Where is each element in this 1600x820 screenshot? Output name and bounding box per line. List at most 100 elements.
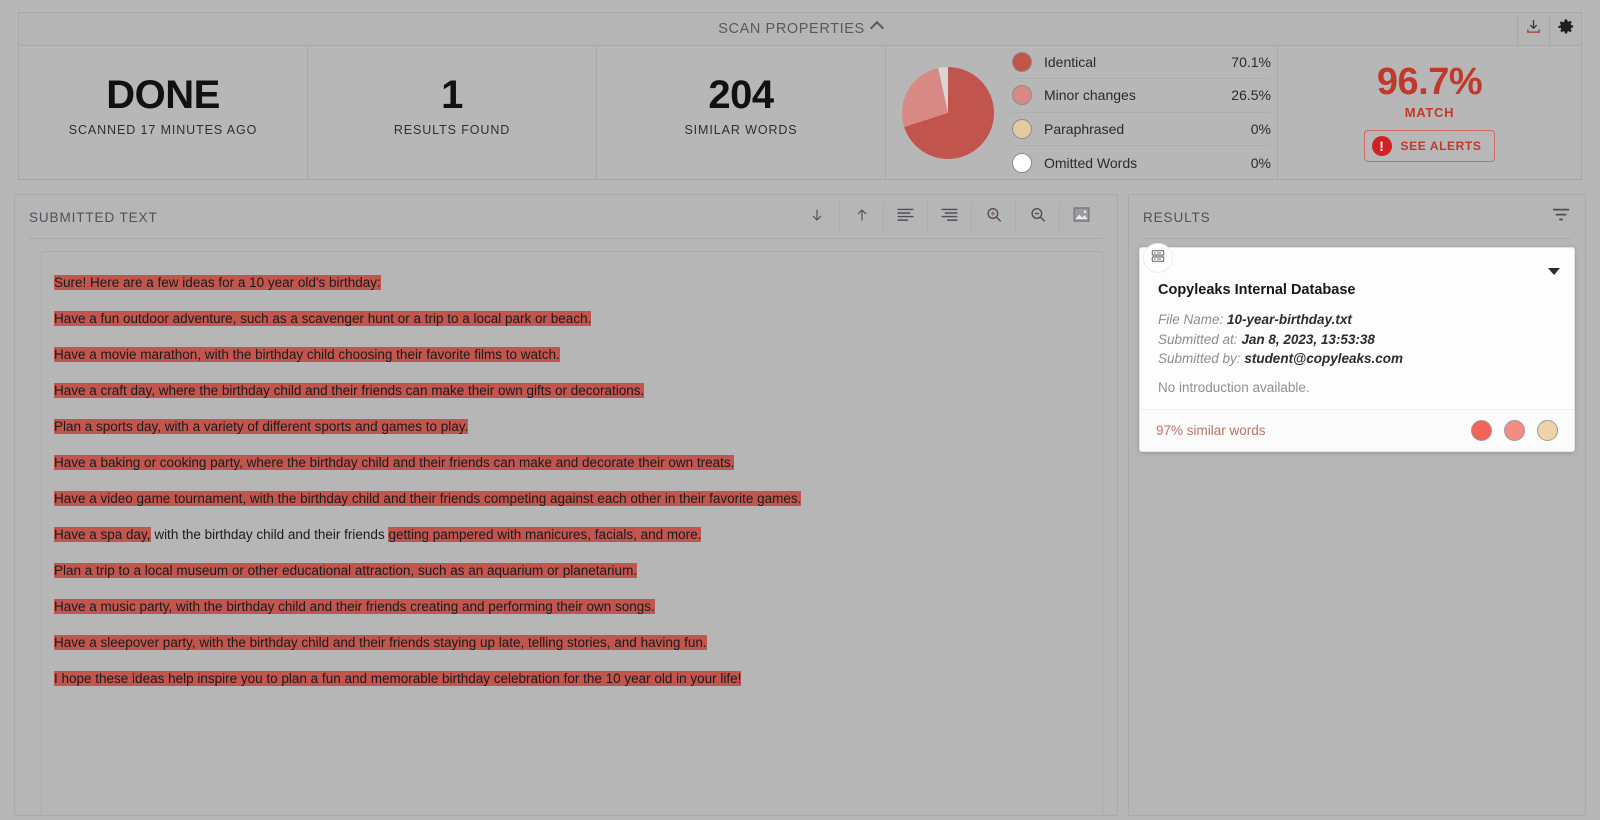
main-content: SUBMITTED TEXT Sure! Here are a few idea… [14, 194, 1586, 816]
submitted-text-document[interactable]: Sure! Here are a few ideas for a 10 year… [41, 251, 1103, 815]
highlighted-text: Sure! Here are a few ideas for a 10 year… [54, 275, 381, 290]
result-introduction: No introduction available. [1158, 379, 1310, 395]
match-summary: 96.7% MATCH ! SEE ALERTS [1278, 46, 1581, 179]
caret-down-icon[interactable] [1548, 268, 1560, 275]
submitted-by-label: Submitted by: [1158, 351, 1241, 366]
image-view-button[interactable] [1059, 202, 1103, 232]
results-panel: RESULTS Copyleaks Internal Database File… [1128, 194, 1586, 816]
stat-results-label: RESULTS FOUND [393, 123, 511, 137]
plain-text: with the birthday child and their friend… [150, 527, 389, 542]
alert-icon: ! [1371, 136, 1392, 156]
align-right-button[interactable] [927, 202, 971, 232]
file-name-label: File Name: [1158, 312, 1224, 327]
match-type-dot[interactable] [1504, 419, 1525, 441]
highlighted-text: Have a craft day, where the birthday chi… [54, 383, 645, 398]
text-line: Have a spa day, with the birthday child … [54, 526, 1076, 543]
scan-properties-toggle[interactable]: SCAN PROPERTIES [718, 20, 884, 37]
similar-words-text: 97% similar words [1156, 422, 1266, 438]
results-header: RESULTS [1129, 195, 1585, 239]
result-submitted-at: Submitted at: Jan 8, 2023, 13:53:38 [1158, 330, 1556, 350]
result-card-footer: 97% similar words [1140, 408, 1574, 451]
legend-swatch-icon [1012, 51, 1032, 72]
stat-similar-value: 204 [708, 73, 774, 117]
result-card[interactable]: Copyleaks Internal Database File Name: 1… [1139, 243, 1575, 452]
submitted-text-title: SUBMITTED TEXT [29, 209, 158, 225]
highlighted-text: Have a baking or cooking party, where th… [54, 455, 735, 470]
result-file-name: File Name: 10-year-birthday.txt [1158, 310, 1556, 330]
text-line: I hope these ideas help inspire you to p… [54, 670, 1076, 687]
legend-value: 26.5% [1231, 87, 1271, 104]
stat-status: DONE SCANNED 17 MINUTES AGO [19, 46, 308, 179]
text-line: Have a fun outdoor adventure, such as a … [54, 310, 1076, 327]
text-line: Have a baking or cooking party, where th… [54, 454, 1076, 471]
source-type-badge [1143, 243, 1173, 273]
scroll-up-button[interactable] [839, 202, 883, 232]
highlighted-text: Have a fun outdoor adventure, such as a … [54, 311, 592, 326]
match-percent: 96.7% [1376, 61, 1483, 103]
highlighted-text: Have a movie marathon, with the birthday… [54, 347, 560, 362]
header-divider [1143, 238, 1571, 239]
zoom-out-icon [1029, 206, 1047, 229]
legend-row: Minor changes 26.5% [1012, 79, 1271, 113]
align-left-button[interactable] [883, 202, 927, 232]
chevron-up-icon [869, 20, 884, 35]
download-icon [1525, 18, 1542, 40]
scan-stats-strip: DONE SCANNED 17 MINUTES AGO 1 RESULTS FO… [18, 46, 1582, 180]
topbar-icon-group [1517, 13, 1581, 45]
zoom-in-button[interactable] [971, 202, 1015, 232]
legend-label: Identical [1044, 53, 1097, 70]
legend-row: Omitted Words 0% [1012, 146, 1271, 180]
highlighted-text: Have a video game tournament, with the b… [54, 491, 802, 506]
legend-swatch-icon [1012, 118, 1032, 139]
stat-results-found: 1 RESULTS FOUND [308, 46, 597, 179]
pie-legend: Identical 70.1% Minor changes 26.5% Paraphra… [1012, 46, 1271, 180]
align-left-icon [896, 207, 915, 228]
settings-button[interactable] [1549, 13, 1581, 45]
legend-label: Minor changes [1044, 87, 1136, 104]
similarity-breakdown: Identical 70.1% Minor changes 26.5% Paraphra… [886, 46, 1278, 179]
stat-status-label: SCANNED 17 MINUTES AGO [68, 123, 258, 137]
gear-icon [1557, 18, 1575, 41]
highlighted-text: Have a sleepover party, with the birthda… [54, 635, 707, 650]
legend-swatch-icon [1012, 152, 1032, 173]
header-divider [29, 238, 1103, 239]
match-type-dot[interactable] [1471, 419, 1492, 441]
highlighted-text: getting pampered with manicures, facials… [388, 527, 702, 542]
submitted-by-value: student@copyleaks.com [1244, 351, 1404, 366]
highlighted-text: Have a music party, with the birthday ch… [54, 599, 655, 614]
stat-status-value: DONE [106, 73, 220, 117]
stat-similar-words: 204 SIMILAR WORDS [597, 46, 886, 179]
submitted-at-value: Jan 8, 2023, 13:53:38 [1241, 331, 1375, 347]
see-alerts-button[interactable]: ! SEE ALERTS [1363, 130, 1496, 162]
match-label: MATCH [1404, 105, 1455, 120]
filter-icon [1551, 207, 1571, 228]
legend-value: 70.1% [1231, 53, 1271, 70]
align-right-icon [940, 207, 959, 228]
scroll-down-button[interactable] [795, 202, 839, 232]
download-button[interactable] [1517, 13, 1549, 45]
database-icon [1151, 249, 1165, 268]
result-submitted-by: Submitted by: student@copyleaks.com [1158, 349, 1556, 369]
legend-swatch-icon [1012, 85, 1032, 106]
legend-value: 0% [1250, 120, 1271, 137]
text-line: Have a music party, with the birthday ch… [54, 598, 1076, 615]
highlighted-text: Have a spa day, [54, 527, 151, 542]
similarity-pie-chart [902, 66, 994, 159]
submitted-text-header: SUBMITTED TEXT [15, 195, 1117, 239]
zoom-out-button[interactable] [1015, 202, 1059, 232]
text-toolbar [795, 202, 1103, 232]
zoom-in-icon [985, 206, 1003, 229]
legend-label: Paraphrased [1044, 120, 1125, 137]
legend-row: Paraphrased 0% [1012, 113, 1271, 146]
match-type-dot[interactable] [1537, 419, 1558, 441]
text-line: Have a sleepover party, with the birthda… [54, 634, 1076, 651]
scroll-up-icon [854, 206, 870, 229]
stat-results-value: 1 [441, 73, 463, 117]
filter-results-button[interactable] [1551, 207, 1571, 228]
result-card-body: Copyleaks Internal Database File Name: 1… [1140, 248, 1574, 409]
see-alerts-label: SEE ALERTS [1400, 139, 1482, 153]
scan-properties-bar: SCAN PROPERTIES [18, 12, 1582, 46]
text-line: Have a movie marathon, with the birthday… [54, 346, 1076, 363]
text-line: Have a video game tournament, with the b… [54, 490, 1076, 507]
submitted-text-panel: SUBMITTED TEXT Sure! Here are a few idea… [14, 194, 1118, 816]
